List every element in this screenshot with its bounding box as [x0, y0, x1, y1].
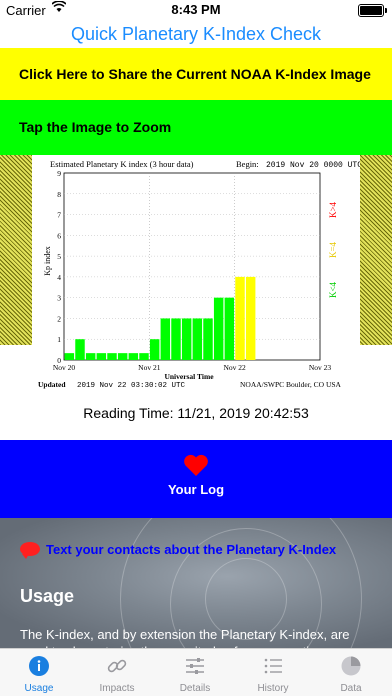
chart-y-tick-label: 1 [57, 335, 61, 344]
chart-bar [75, 339, 85, 360]
share-image-button[interactable]: Click Here to Share the Current NOAA K-I… [0, 48, 392, 100]
chart-y-tick-label: 3 [57, 294, 61, 303]
chart-bar [245, 276, 256, 360]
your-log-button[interactable]: Your Log [0, 440, 392, 518]
text-contacts-label: Text your contacts about the Planetary K… [46, 542, 337, 557]
info-icon [29, 656, 49, 676]
chart-bar [139, 353, 149, 360]
chart-y-tick-label: 7 [57, 211, 61, 220]
tab-data[interactable]: Data [312, 649, 390, 697]
chart-bar [213, 297, 224, 360]
list-icon [264, 658, 282, 674]
chart-bar [107, 353, 117, 360]
your-log-label: Your Log [167, 482, 225, 497]
chart-bar [117, 353, 128, 360]
chart-bar [149, 339, 160, 360]
chart-bar [192, 318, 203, 360]
tab-impacts-label: Impacts [99, 683, 135, 694]
chart-bar [203, 318, 213, 360]
tab-history-label: History [257, 683, 289, 694]
chart-y-tick-label: 8 [57, 190, 61, 199]
link-icon [107, 659, 127, 673]
usage-heading: Usage [20, 586, 75, 606]
chart-y-tick-label: 6 [57, 231, 61, 240]
chart-updated-label: Updated [38, 380, 66, 389]
tab-data-label: Data [340, 683, 362, 694]
text-contacts-link[interactable]: Text your contacts about the Planetary K… [20, 542, 337, 559]
chart-x-label: Universal Time [164, 372, 214, 381]
chart-begin-label: Begin: [236, 159, 259, 169]
battery-icon [358, 4, 387, 17]
chart-y-tick-label: 4 [57, 273, 61, 282]
chat-bubble-icon [20, 542, 40, 559]
chart-bar [235, 276, 245, 360]
chart-x-tick-label: Nov 23 [309, 363, 332, 372]
chart-bar [224, 297, 235, 360]
chart-bar [171, 318, 181, 360]
chart-bar [85, 353, 96, 360]
usage-body-text: The K-index, and by extension the Planet… [20, 627, 350, 648]
tab-details[interactable]: Details [156, 649, 234, 697]
heart-icon [184, 454, 208, 476]
chart-bar [96, 353, 107, 360]
zoom-hint-banner: Tap the Image to Zoom [0, 100, 392, 155]
chart-y-tick-label: 2 [57, 314, 61, 323]
chart-y-tick-label: 5 [57, 252, 61, 261]
tab-usage[interactable]: Usage [0, 649, 78, 697]
chart-bar [64, 353, 75, 360]
info-panel: Text your contacts about the Planetary K… [0, 518, 392, 648]
chart-bar [160, 318, 171, 360]
pie-chart-icon [341, 656, 361, 676]
chart-bar [181, 318, 192, 360]
chart-legend-label: K=4 [328, 241, 338, 258]
chart-begin-value: 2019 Nov 20 0000 UTC [266, 161, 360, 170]
chart-legend-label: K>4 [328, 201, 338, 218]
chart-x-tick-label: Nov 21 [138, 363, 161, 372]
tab-details-label: Details [179, 683, 211, 694]
chart-x-tick-label: Nov 20 [53, 363, 76, 372]
tab-usage-label: Usage [24, 683, 54, 694]
tab-impacts[interactable]: Impacts [78, 649, 156, 697]
app-title: Quick Planetary K-Index Check [70, 24, 322, 44]
chart-x-tick-label: Nov 22 [224, 363, 247, 372]
chart-y-tick-label: 9 [57, 169, 61, 178]
kindex-chart[interactable]: Estimated Planetary K index (3 hour data… [32, 155, 360, 397]
clock: 8:43 PM [171, 2, 221, 17]
reading-time: Reading Time: 11/21, 2019 20:42:53 [83, 405, 309, 421]
chart-source: NOAA/SWPC Boulder, CO USA [240, 380, 342, 389]
chart-legend: K<4 K=4 K>4 [328, 201, 338, 298]
status-bar: Carrier 8:43 PM [0, 0, 392, 20]
chart-updated-value: 2019 Nov 22 03:30:02 UTC [77, 382, 186, 390]
kindex-image[interactable]: Estimated Planetary K index (3 hour data… [0, 155, 392, 397]
sliders-icon [186, 658, 204, 674]
chart-y-label: Kp index [43, 246, 52, 276]
tab-history[interactable]: History [234, 649, 312, 697]
chart-title: Estimated Planetary K index (3 hour data… [50, 159, 194, 169]
tab-bar: Usage Impacts Details History Data [0, 648, 392, 696]
chart-legend-label: K<4 [328, 281, 338, 298]
chart-bar [128, 353, 139, 360]
